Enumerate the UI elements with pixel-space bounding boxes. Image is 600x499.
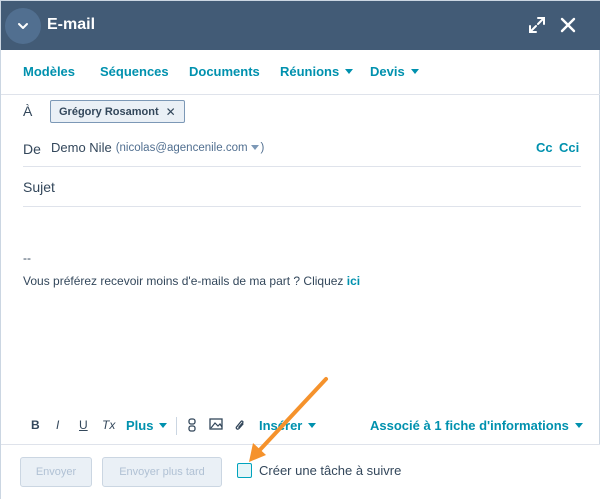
- meetings-dropdown[interactable]: Réunions: [280, 64, 354, 79]
- recipient-name: Grégory Rosamont: [59, 105, 159, 118]
- image-icon: [209, 418, 223, 430]
- close-button[interactable]: [558, 15, 578, 35]
- unsubscribe-text: Vous préférez recevoir moins d'e-mails d…: [23, 274, 347, 288]
- from-email-close-paren: ): [260, 141, 265, 154]
- composer-title: E-mail: [47, 16, 96, 33]
- divider: [23, 166, 581, 167]
- bold-button[interactable]: B: [31, 418, 40, 432]
- from-label: De: [23, 141, 41, 157]
- signature-separator: --: [23, 251, 31, 265]
- caret-down-icon: [345, 69, 354, 74]
- send-later-button[interactable]: Envoyer plus tard: [102, 457, 222, 487]
- insert-dropdown[interactable]: Insérer: [259, 418, 317, 433]
- underline-button[interactable]: U: [79, 418, 88, 432]
- from-select[interactable]: Demo Nile (nicolas@agencenile.com ): [51, 140, 264, 155]
- create-task-label: Créer une tâche à suivre: [259, 463, 402, 478]
- create-task-checkbox[interactable]: [237, 463, 252, 478]
- caret-down-icon: [308, 423, 317, 428]
- divider: [23, 206, 581, 207]
- expand-icon: [529, 17, 545, 33]
- associated-records-dropdown[interactable]: Associé à 1 fiche d'informations: [370, 418, 583, 433]
- toolbar-separator: [176, 417, 177, 435]
- more-dropdown[interactable]: Plus: [126, 418, 168, 433]
- clear-format-button[interactable]: Tx: [102, 418, 115, 432]
- send-button[interactable]: Envoyer: [20, 457, 92, 487]
- remove-recipient-icon[interactable]: ✕: [166, 105, 176, 119]
- composer-header: E-mail: [1, 1, 600, 50]
- subject-field[interactable]: Sujet: [23, 179, 55, 195]
- quotes-dropdown[interactable]: Devis: [370, 64, 419, 79]
- documents-label: Documents: [189, 64, 260, 79]
- paperclip-icon: [235, 420, 244, 430]
- snippet-icon: [188, 418, 196, 432]
- from-email: (nicolas@agencenile.com: [115, 141, 248, 154]
- snippet-button[interactable]: [187, 418, 197, 432]
- from-name: Demo Nile: [51, 140, 112, 155]
- templates-label: Modèles: [23, 64, 76, 79]
- unsubscribe-line: Vous préférez recevoir moins d'e-mails d…: [23, 274, 360, 288]
- unsubscribe-link[interactable]: ici: [347, 274, 360, 288]
- associated-label: Associé à 1 fiche d'informations: [370, 418, 569, 433]
- quotes-label: Devis: [370, 64, 405, 79]
- attachment-button[interactable]: [234, 418, 246, 432]
- sequences-label: Séquences: [100, 64, 169, 79]
- italic-button[interactable]: I: [56, 418, 59, 432]
- insert-label: Insérer: [259, 418, 303, 433]
- caret-down-icon: [410, 69, 419, 74]
- to-label: À: [23, 103, 33, 119]
- sequences-button[interactable]: Séquences: [100, 64, 169, 79]
- expand-button[interactable]: [527, 15, 547, 35]
- composer-toolbar: Modèles Séquences Documents Réunions Dev…: [1, 50, 600, 95]
- cc-button[interactable]: Cc: [536, 140, 553, 155]
- image-button[interactable]: [209, 418, 223, 430]
- caret-down-icon: [574, 423, 583, 428]
- chevron-down-icon: [18, 23, 28, 29]
- close-icon: [560, 17, 576, 33]
- documents-button[interactable]: Documents: [189, 64, 260, 79]
- collapse-button[interactable]: [5, 8, 41, 44]
- templates-button[interactable]: Modèles: [23, 64, 75, 79]
- email-composer: E-mail Modèles Séquences Documents Réuni…: [0, 0, 600, 499]
- meetings-label: Réunions: [280, 64, 340, 79]
- caret-down-icon: [250, 145, 259, 150]
- bcc-button[interactable]: Cci: [559, 140, 579, 155]
- recipient-chip[interactable]: Grégory Rosamont ✕: [50, 100, 185, 123]
- more-label: Plus: [126, 418, 154, 433]
- caret-down-icon: [159, 423, 168, 428]
